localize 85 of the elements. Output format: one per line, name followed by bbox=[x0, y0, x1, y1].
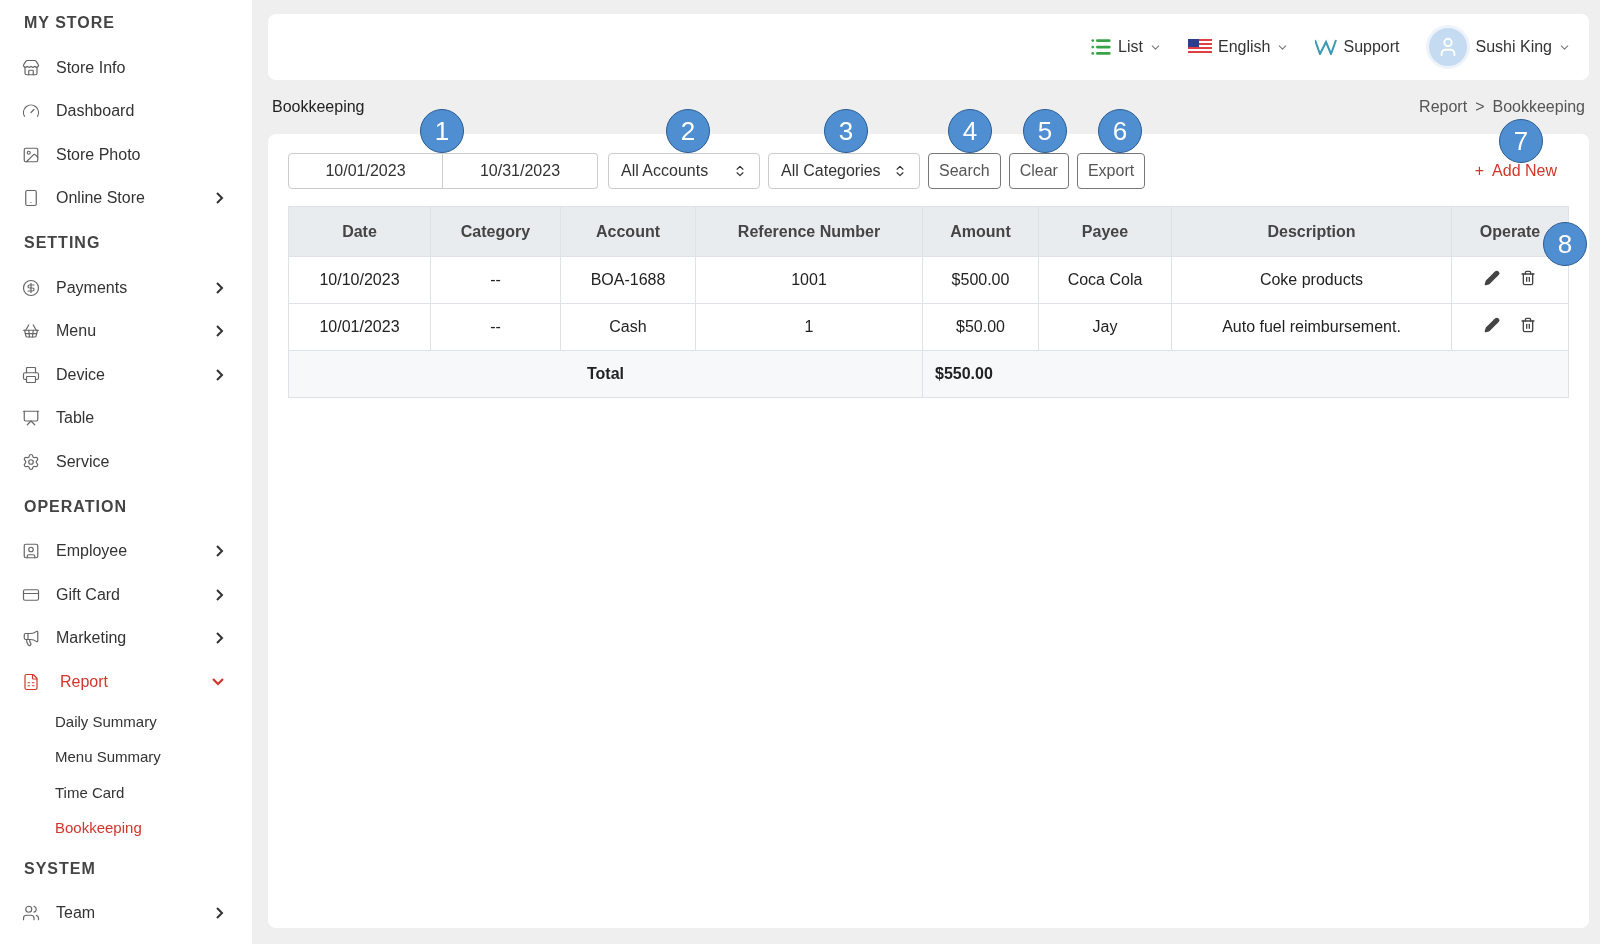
support-link[interactable]: Support bbox=[1315, 38, 1400, 56]
column-header: Description bbox=[1171, 206, 1452, 257]
callout-badge: 6 bbox=[1098, 109, 1142, 153]
table-cell: -- bbox=[430, 303, 561, 351]
callout-badge: 4 bbox=[948, 109, 992, 153]
sidebar-item[interactable]: Online Store bbox=[0, 176, 252, 220]
callout-badge: 1 bbox=[420, 109, 464, 153]
avatar-icon bbox=[1425, 25, 1470, 69]
sidebar-item[interactable]: Table bbox=[0, 396, 252, 440]
callout-badge: 3 bbox=[824, 109, 868, 153]
start-date-field[interactable]: 10/01/2023 bbox=[288, 153, 443, 189]
trash-icon[interactable] bbox=[1520, 317, 1536, 333]
table-cell: Auto fuel reimbursement. bbox=[1171, 303, 1452, 351]
sidebar-item[interactable]: Menu bbox=[0, 309, 252, 353]
column-header: Amount bbox=[922, 206, 1039, 257]
chevron-right-icon bbox=[216, 545, 224, 558]
chevron-right-icon bbox=[216, 325, 224, 338]
callout-badge: 7 bbox=[1499, 119, 1543, 163]
view-dropdown[interactable]: List bbox=[1090, 36, 1162, 58]
table-cell: $500.00 bbox=[922, 256, 1039, 304]
filter-button[interactable]: Clear bbox=[1008, 153, 1069, 189]
breadcrumb-item[interactable]: Report bbox=[1419, 98, 1468, 116]
table-cell: BOA-1688 bbox=[560, 256, 696, 304]
sidebar-item[interactable]: Device bbox=[0, 353, 252, 397]
column-header: Category bbox=[430, 206, 561, 257]
submenu-item[interactable]: Bookkeeping bbox=[0, 810, 252, 846]
sidebar-item[interactable]: Employee bbox=[0, 529, 252, 573]
total-label: Total bbox=[288, 350, 923, 398]
section-heading: SETTING bbox=[23, 233, 102, 253]
table-cell: 1001 bbox=[695, 256, 923, 304]
filter-button[interactable]: Search bbox=[928, 153, 1001, 189]
chevron-right-icon bbox=[216, 907, 224, 920]
column-header: Payee bbox=[1038, 206, 1172, 257]
chevron-right-icon bbox=[216, 368, 224, 381]
language-dropdown[interactable]: English bbox=[1187, 38, 1290, 56]
page-title: Bookkeeping bbox=[272, 98, 365, 116]
section-heading: OPERATION bbox=[23, 496, 128, 517]
w-logo-icon bbox=[1315, 39, 1338, 55]
submenu-item[interactable]: Time Card bbox=[0, 774, 252, 810]
edit-icon[interactable] bbox=[1484, 317, 1500, 333]
sidebar-item[interactable]: Gift Card bbox=[0, 573, 252, 617]
breadcrumb-separator: > bbox=[1475, 98, 1485, 116]
chevron-right-icon bbox=[216, 192, 224, 205]
table-cell: $50.00 bbox=[922, 303, 1039, 351]
sidebar-item[interactable]: Dashboard bbox=[0, 89, 252, 133]
total-amount: $550.00 bbox=[922, 350, 1569, 398]
sidebar-item[interactable]: Payments bbox=[0, 266, 252, 310]
callout-badge: 2 bbox=[666, 109, 710, 153]
submenu-item[interactable]: Menu Summary bbox=[0, 739, 252, 775]
account-select[interactable]: All Accounts bbox=[608, 153, 760, 189]
category-select[interactable]: All Categories bbox=[768, 153, 920, 189]
user-menu[interactable]: Sushi King bbox=[1425, 25, 1571, 69]
table-cell: 1 bbox=[695, 303, 923, 351]
sidebar-item[interactable]: Service bbox=[0, 440, 252, 484]
table-cell: Coca Cola bbox=[1038, 256, 1172, 304]
section-heading: MY STORE bbox=[23, 13, 116, 33]
table-cell: -- bbox=[430, 256, 561, 304]
sidebar-item[interactable]: Store Photo bbox=[0, 133, 252, 177]
column-header: Date bbox=[288, 206, 431, 257]
column-header: Reference Number bbox=[695, 206, 923, 257]
chevron-right-icon bbox=[216, 588, 224, 601]
trash-icon[interactable] bbox=[1520, 270, 1536, 286]
table-cell: 10/01/2023 bbox=[288, 303, 431, 351]
chevron-down-icon bbox=[212, 677, 224, 686]
chevron-right-icon bbox=[216, 281, 224, 294]
sidebar-item[interactable]: Team bbox=[0, 891, 252, 935]
column-header: Account bbox=[560, 206, 696, 257]
sidebar-item[interactable]: Report bbox=[0, 660, 252, 704]
breadcrumb-item[interactable]: Bookkeeping bbox=[1492, 98, 1585, 116]
list-icon bbox=[1090, 36, 1113, 58]
flag-icon bbox=[1187, 39, 1212, 55]
section-heading: SYSTEM bbox=[23, 858, 97, 879]
table-cell: Coke products bbox=[1171, 256, 1452, 304]
filter-button[interactable]: Export bbox=[1076, 153, 1146, 189]
end-date-field[interactable]: 10/31/2023 bbox=[443, 153, 598, 189]
edit-icon[interactable] bbox=[1484, 270, 1500, 286]
sidebar-item[interactable]: Marketing bbox=[0, 616, 252, 660]
callout-badge: 5 bbox=[1023, 109, 1067, 153]
submenu-item[interactable]: Daily Summary bbox=[0, 703, 252, 739]
chevron-right-icon bbox=[216, 632, 224, 645]
table-cell: Jay bbox=[1038, 303, 1172, 351]
table-cell: 10/10/2023 bbox=[288, 256, 431, 304]
sidebar-item[interactable]: Store Info bbox=[0, 46, 252, 90]
add-new-link[interactable]: + Add New bbox=[1474, 162, 1557, 180]
table-cell: Cash bbox=[560, 303, 696, 351]
